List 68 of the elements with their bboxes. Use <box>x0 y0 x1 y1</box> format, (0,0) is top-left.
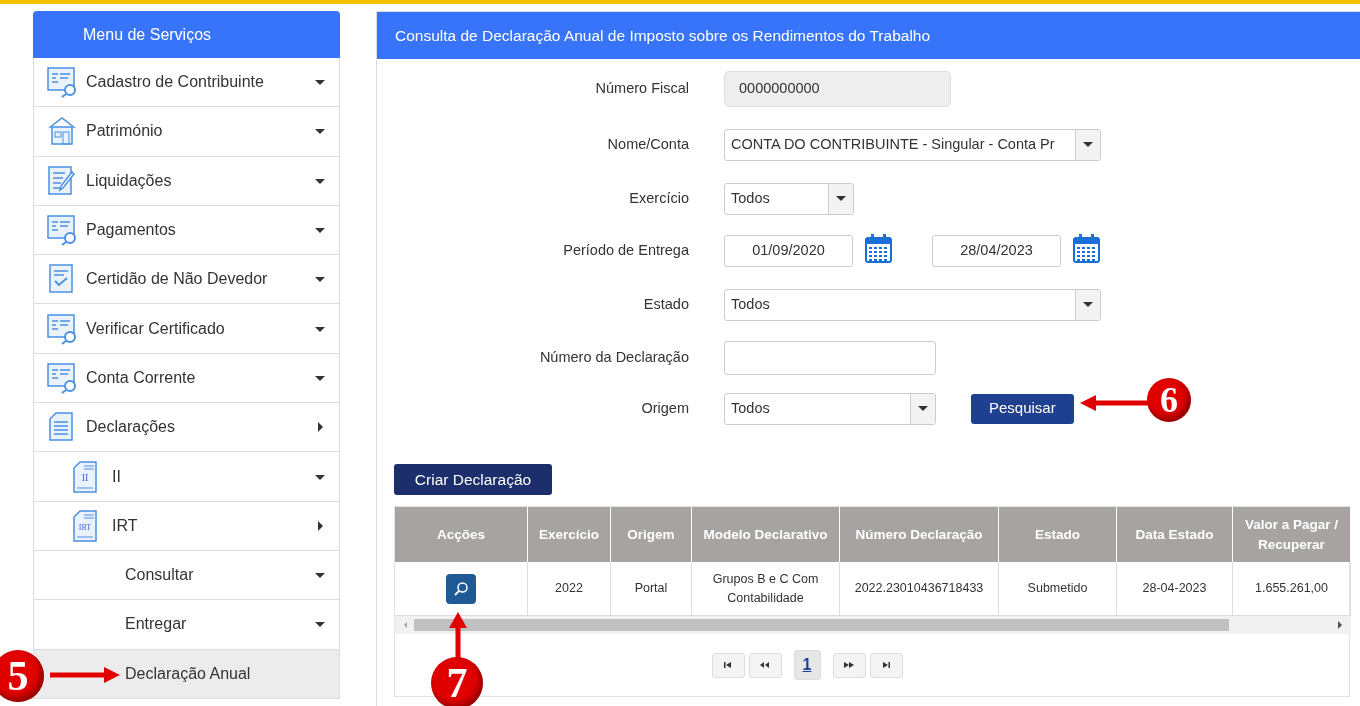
column-header: Origem <box>611 507 692 562</box>
column-header: Número Declaração <box>840 507 999 562</box>
sidebar-item[interactable]: Verificar Certificado <box>33 304 340 354</box>
view-button[interactable] <box>446 573 476 604</box>
calendar-icon <box>865 233 892 263</box>
column-header: Valor a Pagar / Recuperar <box>1233 507 1351 562</box>
last-page-button[interactable] <box>869 652 903 678</box>
sidebar-item[interactable]: Pagamentos <box>33 205 340 256</box>
sidebar-item[interactable]: Declarações <box>33 403 340 453</box>
search-button[interactable]: Pesquisar <box>971 393 1074 424</box>
sidebar-title: Menu de Serviços <box>33 11 340 58</box>
first-page-icon <box>722 661 734 669</box>
field-label: Período de Entrega <box>562 241 690 261</box>
sidebar-item[interactable]: Conta Corrente <box>33 353 340 404</box>
panel-title: Consulta de Declaração Anual de Imposto sobre os Rendimentos do Trabalho <box>377 12 1360 59</box>
sidebar-item[interactable]: Consultar <box>33 550 340 601</box>
document-search-icon <box>46 213 78 248</box>
caret-icon <box>1083 142 1093 148</box>
document-search-icon <box>46 360 78 395</box>
search-icon <box>453 580 469 597</box>
caret-icon <box>1083 302 1093 308</box>
horizontal-scrollbar[interactable] <box>395 616 1351 634</box>
sidebar-item[interactable]: Declaração Anual <box>33 649 340 699</box>
column-header: Data Estado <box>1117 507 1233 562</box>
step-number-badge: 7 <box>431 657 483 706</box>
create-button[interactable]: Criar Declaração <box>394 464 552 495</box>
field-label: Exercício <box>628 188 690 208</box>
next-page-icon <box>843 661 855 669</box>
document-search-icon <box>46 311 78 346</box>
caret-icon <box>836 195 846 202</box>
previous-page-icon <box>759 661 771 669</box>
sidebar-item[interactable]: Cadastro de Contribuinte <box>33 58 340 108</box>
sidebar-item[interactable]: Certidão de Não Devedor <box>33 255 340 305</box>
leader-arrow <box>1080 395 1150 411</box>
input-field[interactable]: 0000000000 <box>724 71 951 107</box>
sidebar-item[interactable]: Liquidações <box>33 156 340 206</box>
column-header: Modelo Declarativo <box>692 507 840 562</box>
caret-icon <box>918 405 928 412</box>
column-header: Acções <box>395 507 528 562</box>
column-header: Estado <box>999 507 1117 562</box>
sidebar-item[interactable]: Entregar <box>33 600 340 650</box>
step-number-badge: 6 <box>1147 378 1191 422</box>
field-label: Nome/Conta <box>606 135 690 155</box>
date-field[interactable]: 01/09/2020 <box>724 235 853 267</box>
field-label: Número da Declaração <box>538 347 690 367</box>
field-label: Número Fiscal <box>594 79 690 99</box>
page-button[interactable]: 1 <box>793 650 821 680</box>
dropdown[interactable]: Todos <box>724 392 936 425</box>
sidebar-item[interactable]: II II <box>33 452 340 502</box>
next-page-button[interactable] <box>832 652 866 678</box>
dropdown[interactable]: Todos <box>724 182 854 215</box>
document-pencil-icon <box>46 163 78 198</box>
sidebar-item[interactable]: Património <box>33 107 340 157</box>
input-field[interactable] <box>724 340 936 375</box>
field-label: Estado <box>642 295 690 315</box>
step-number-badge: 5 <box>0 650 44 702</box>
dropdown[interactable]: Todos <box>724 289 1101 321</box>
first-page-button[interactable] <box>711 652 745 678</box>
previous-page-button[interactable] <box>748 652 782 678</box>
last-page-icon <box>880 661 892 669</box>
document-search-icon <box>46 65 78 100</box>
sidebar-item[interactable]: IRT IRT <box>33 501 340 551</box>
calendar-icon <box>1073 233 1100 263</box>
leader-arrow <box>50 667 120 683</box>
column-header: Exercício <box>528 507 611 562</box>
date-field[interactable]: 28/04/2023 <box>932 235 1061 267</box>
field-label: Origem <box>640 398 690 418</box>
dropdown[interactable]: CONTA DO CONTRIBUINTE - Singular - Conta Pr <box>724 129 1101 161</box>
